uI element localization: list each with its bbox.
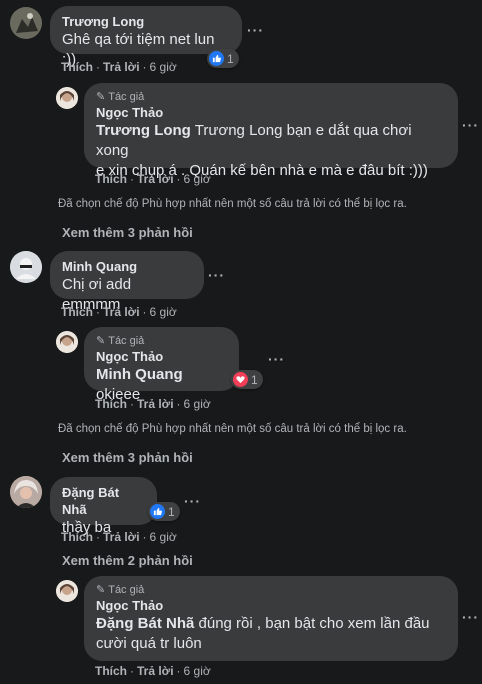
heart-icon bbox=[233, 372, 248, 387]
more-options-icon[interactable]: ··· bbox=[247, 22, 264, 38]
timestamp[interactable]: 6 giờ bbox=[150, 529, 177, 545]
avatar-image bbox=[56, 331, 78, 353]
more-options-icon[interactable]: ··· bbox=[208, 267, 225, 283]
avatar-image bbox=[10, 251, 42, 283]
mention-link[interactable]: Trương Long bbox=[96, 122, 191, 139]
more-options-icon[interactable]: ··· bbox=[268, 351, 285, 367]
comment-author[interactable]: Đặng Bát Nhã bbox=[62, 484, 145, 518]
reply-text: Đặng Bát Nhã đúng rồi , bạn bật cho xem … bbox=[96, 615, 430, 632]
mention-link[interactable]: Minh Quang bbox=[96, 366, 183, 383]
like-button[interactable]: Thích bbox=[61, 304, 93, 320]
reaction-badge[interactable]: 1 bbox=[148, 502, 180, 521]
reaction-badge[interactable]: 1 bbox=[231, 370, 263, 389]
pencil-icon: ✎ bbox=[96, 335, 106, 347]
comment-author[interactable]: Trương Long bbox=[62, 13, 230, 30]
see-more-replies[interactable]: Xem thêm 2 phản hồi bbox=[62, 553, 193, 569]
reply-author[interactable]: Ngọc Thảo bbox=[96, 104, 446, 121]
reaction-count: 1 bbox=[168, 504, 175, 519]
author-tag: ✎ Tác giả bbox=[96, 584, 145, 596]
reply-button[interactable]: Trả lời bbox=[103, 304, 140, 320]
avatar-minh-quang[interactable] bbox=[10, 251, 42, 283]
comment-bubble: Minh Quang Chị ơi add emmmm bbox=[50, 251, 204, 313]
avatar-ngoc-thao[interactable] bbox=[56, 87, 78, 109]
avatar-image bbox=[10, 476, 42, 508]
like-icon bbox=[209, 51, 224, 66]
avatar-truong-long[interactable] bbox=[10, 7, 42, 39]
like-icon bbox=[150, 504, 165, 519]
author-tag: ✎ Tác giả bbox=[96, 91, 145, 103]
filter-note: Đã chọn chế độ Phù hợp nhất nên một số c… bbox=[58, 423, 407, 435]
timestamp[interactable]: 6 giờ bbox=[184, 663, 211, 679]
author-tag: ✎ Tác giả bbox=[96, 335, 145, 347]
comment-author[interactable]: Minh Quang bbox=[62, 258, 192, 275]
see-more-replies[interactable]: Xem thêm 3 phản hồi bbox=[62, 225, 193, 241]
reaction-count: 1 bbox=[251, 372, 258, 387]
avatar-image bbox=[56, 87, 78, 109]
avatar-image bbox=[56, 580, 78, 602]
reaction-count: 1 bbox=[227, 51, 234, 66]
reply-text-line2: cười quá tr luôn bbox=[96, 635, 202, 652]
reply-button[interactable]: Trả lời bbox=[103, 529, 140, 545]
mention-link[interactable]: Đặng Bát Nhã bbox=[96, 615, 194, 632]
comment-bubble: Đặng Bát Nhã thầy ba bbox=[50, 477, 157, 536]
reply-author[interactable]: Ngọc Thảo bbox=[96, 597, 446, 614]
pencil-icon: ✎ bbox=[96, 584, 106, 596]
avatar-image bbox=[10, 7, 42, 39]
pencil-icon: ✎ bbox=[96, 91, 106, 103]
like-button[interactable]: Thích bbox=[61, 529, 93, 545]
reply-text: Trương Long Trương Long bạn e dắt qua ch… bbox=[96, 122, 412, 159]
avatar-dang-bat-nha[interactable] bbox=[10, 476, 42, 508]
more-options-icon[interactable]: ··· bbox=[462, 117, 479, 133]
timestamp[interactable]: 6 giờ bbox=[184, 171, 211, 187]
like-button[interactable]: Thích bbox=[95, 396, 127, 412]
timestamp[interactable]: 6 giờ bbox=[150, 304, 177, 320]
see-more-replies[interactable]: Xem thêm 3 phản hồi bbox=[62, 450, 193, 466]
reply-button[interactable]: Trả lời bbox=[137, 396, 174, 412]
reply-bubble: ✎ Tác giả Ngọc Thảo Đặng Bát Nhã đúng rồi… bbox=[84, 576, 458, 661]
avatar-ngoc-thao[interactable] bbox=[56, 331, 78, 353]
avatar-ngoc-thao[interactable] bbox=[56, 580, 78, 602]
reply-author[interactable]: Ngọc Thảo bbox=[96, 348, 227, 365]
reaction-badge[interactable]: 1 bbox=[207, 49, 239, 68]
like-button[interactable]: Thích bbox=[95, 663, 127, 679]
reply-button[interactable]: Trả lời bbox=[103, 59, 140, 75]
timestamp[interactable]: 6 giờ bbox=[150, 59, 177, 75]
like-button[interactable]: Thích bbox=[95, 171, 127, 187]
more-options-icon[interactable]: ··· bbox=[462, 609, 479, 625]
more-options-icon[interactable]: ··· bbox=[184, 493, 201, 509]
reply-button[interactable]: Trả lời bbox=[137, 663, 174, 679]
timestamp[interactable]: 6 giờ bbox=[184, 396, 211, 412]
comment-bubble: Trương Long Ghê qa tới tiệm net lun :)) bbox=[50, 6, 242, 68]
reply-bubble: ✎ Tác giả Ngọc Thảo Minh Quang okieee bbox=[84, 327, 239, 403]
filter-note: Đã chọn chế độ Phù hợp nhất nên một số c… bbox=[58, 198, 407, 210]
reply-bubble: ✎ Tác giả Ngọc Thảo Trương Long Trương Lo… bbox=[84, 83, 458, 179]
reply-button[interactable]: Trả lời bbox=[137, 171, 174, 187]
like-button[interactable]: Thích bbox=[61, 59, 93, 75]
